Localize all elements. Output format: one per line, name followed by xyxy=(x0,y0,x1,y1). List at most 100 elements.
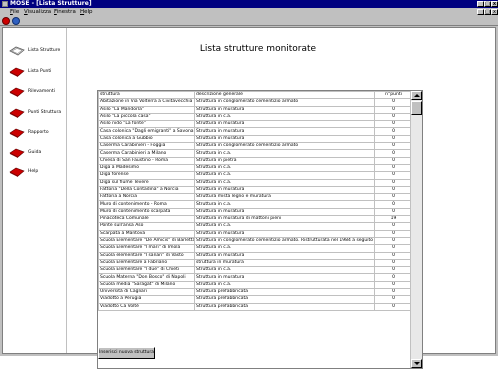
table-row[interactable]: Viadotto Ca Volté Struttura prefabbricata… xyxy=(98,302,413,311)
help-icon[interactable] xyxy=(12,17,20,25)
cell-struttura: Caserma Carabinieri a Milano xyxy=(98,149,195,158)
column-header-npunti[interactable]: n°punti xyxy=(374,91,413,100)
table-row[interactable]: Diga forense Struttura in c.a. 0 xyxy=(98,171,413,180)
table-row[interactable]: Asilo "La piccola casa" Struttura in c.a.… xyxy=(98,112,413,122)
cell-struttura: Università di Cagliari xyxy=(98,287,195,297)
table-row[interactable]: Muro di contenimento - Roma Struttura in … xyxy=(98,200,413,209)
cell-struttura: Scuola elementare "I sanari" di Vasto xyxy=(98,251,195,260)
close-icon[interactable] xyxy=(2,17,10,25)
cell-descrizione: Struttura in conglomerato cementizio arm… xyxy=(194,236,375,246)
menu-help[interactable]: Help xyxy=(80,8,93,16)
app-icon[interactable] xyxy=(2,1,8,7)
cell-npunti: 0 xyxy=(374,105,413,114)
sidebar-item-label: Rilevamenti xyxy=(28,89,55,94)
cell-descrizione: Struttura prefabbricata xyxy=(194,287,375,297)
cell-npunti: 0 xyxy=(374,171,413,180)
cell-descrizione: Struttura in c.a. xyxy=(194,149,375,158)
close-window-button[interactable]: x xyxy=(491,1,498,7)
table-row[interactable]: Casa colonica "Dagli emigranti" a Savona… xyxy=(98,127,413,136)
minimize-button[interactable]: _ xyxy=(477,1,484,7)
table-row[interactable]: Università di Cagliari Struttura prefabbr… xyxy=(98,287,413,297)
cell-npunti: 0 xyxy=(374,266,413,275)
cell-descrizione: Struttura in pietra xyxy=(194,156,375,165)
cell-descrizione: Struttura in muratura xyxy=(194,127,375,136)
sidebar-item-lista-punti[interactable]: Lista Punti xyxy=(7,65,63,79)
structure-list-icon xyxy=(9,46,25,56)
table-row[interactable]: Scuola Elementare "De Amicis" di Barlett… xyxy=(98,236,413,246)
column-header-struttura[interactable]: struttura xyxy=(98,91,195,100)
cell-struttura: Casa colonica "Dagli emigranti" a Savona xyxy=(98,127,195,136)
sidebar-item-help[interactable]: Help xyxy=(7,165,63,179)
child-maximize-button[interactable]: □ xyxy=(484,9,491,15)
table-row[interactable]: Scuola Materna "Don Bosco" di Napoli Stru… xyxy=(98,273,413,282)
insert-structure-button[interactable]: Inserisci nuova struttura xyxy=(98,347,155,359)
table-row[interactable]: Chiesa di San Faustino - Roma Struttura i… xyxy=(98,156,413,165)
table-row[interactable]: Fattoria a Norcia Struttura mista legno e… xyxy=(98,193,413,202)
table-row[interactable]: Casa colonica a Gubbio Struttura in murat… xyxy=(98,134,413,144)
scroll-thumb[interactable] xyxy=(411,101,422,115)
child-minimize-button[interactable]: _ xyxy=(477,9,484,15)
cell-descrizione: struttura in muratura xyxy=(194,258,375,268)
table-row[interactable]: Scuola Elementare a Fabriano struttura in… xyxy=(98,258,413,268)
cell-npunti: 0 xyxy=(374,193,413,202)
table-row[interactable]: Diga sul fiume Tevere Struttura in c.a. 0 xyxy=(98,178,413,187)
sidebar-item-label: Help xyxy=(28,169,39,174)
point-list-icon xyxy=(9,67,25,77)
cell-struttura: Fattoria "Della Contadina" a Norcia xyxy=(98,185,195,195)
cell-descrizione: Struttura in muratura xyxy=(194,229,375,238)
cell-descrizione: Struttura in c.a. xyxy=(194,112,375,122)
structures-table: struttura descrizione generale n°punti A… xyxy=(97,90,423,369)
measurements-icon xyxy=(9,87,25,97)
table-row[interactable]: Viadotto a Perugia Struttura prefabbricat… xyxy=(98,295,413,304)
cell-struttura: Asilo "La Mandorla" xyxy=(98,105,195,114)
maximize-button[interactable]: □ xyxy=(484,1,491,7)
table-row[interactable]: Caserma Carabinieri - Foggia Struttura in… xyxy=(98,142,413,151)
sidebar-item-rapporto[interactable]: Rapporto xyxy=(7,126,63,140)
child-close-button[interactable]: x xyxy=(491,9,498,15)
table-row[interactable]: Muro di contenimento scarpata Struttura i… xyxy=(98,207,413,217)
menu-file[interactable]: File xyxy=(10,8,19,16)
table-scrollbar[interactable] xyxy=(410,91,422,368)
cell-descrizione: Struttura in muratura xyxy=(194,207,375,217)
cell-descrizione: Struttura in c.a. xyxy=(194,178,375,187)
cell-npunti: 0 xyxy=(374,236,413,246)
structure-points-icon xyxy=(9,108,25,118)
table-row[interactable]: Scuola media "Saragat" di Milano Struttur… xyxy=(98,280,413,290)
main-client-area: Lista Strutture Lista Punti Rilevamenti xyxy=(2,27,496,369)
menu-finestra[interactable]: Finestra xyxy=(54,8,76,16)
toolbar xyxy=(0,16,498,26)
sidebar-item-guida[interactable]: Guida xyxy=(7,146,63,160)
table-row[interactable]: Scuola Elementare "I due" di Chieti Strut… xyxy=(98,266,413,275)
table-row[interactable]: Fattoria "Della Contadina" a Norcia Strut… xyxy=(98,185,413,195)
help-icon xyxy=(9,167,25,177)
sidebar-item-rilevamenti[interactable]: Rilevamenti xyxy=(7,85,63,99)
cell-struttura: Asilo nido "La fonte" xyxy=(98,120,195,129)
menu-visualizza[interactable]: Visualizza xyxy=(24,8,51,16)
cell-descrizione: Struttura in c.a. xyxy=(194,171,375,180)
cell-struttura: Scuola Elementare a Fabriano xyxy=(98,258,195,268)
table-row[interactable]: Caserma Carabinieri a Milano Struttura in… xyxy=(98,149,413,158)
table-row[interactable]: Abitazione in Via Volterra a Civitavecch… xyxy=(98,98,413,107)
table-row[interactable]: Pinacoteca Comunale Struttura in muratura… xyxy=(98,215,413,224)
table-row[interactable]: Diga a Madesimo Struttura in c.a. 0 xyxy=(98,163,413,173)
column-header-descrizione[interactable]: descrizione generale xyxy=(194,91,375,100)
scroll-down-button[interactable] xyxy=(411,359,422,368)
cell-struttura: Scuola Elementare "I due" di Chieti xyxy=(98,266,195,275)
cell-struttura: Muro di contenimento - Roma xyxy=(98,200,195,209)
cell-descrizione: Struttura in c.a. xyxy=(194,266,375,275)
cell-descrizione: Struttura in c.a. xyxy=(194,280,375,290)
sidebar-item-lista-strutture[interactable]: Lista Strutture xyxy=(7,44,63,58)
cell-npunti: 0 xyxy=(374,251,413,260)
table-row[interactable]: Asilo "La Mandorla" Struttura in muratura… xyxy=(98,105,413,114)
cell-struttura: Viadotto a Perugia xyxy=(98,295,195,304)
table-row[interactable]: Scuola Elementare "I mari" di Imola Strut… xyxy=(98,244,413,253)
table-row[interactable]: Ponte sull'ansa Aso Struttura in c.a. 0 xyxy=(98,222,413,231)
cell-descrizione: Struttura in muratura xyxy=(194,134,375,144)
table-row[interactable]: Scuola elementare "I sanari" di Vasto Str… xyxy=(98,251,413,260)
table-row[interactable]: Asilo nido "La fonte" Struttura in muratu… xyxy=(98,120,413,129)
scroll-up-button[interactable] xyxy=(411,91,422,100)
cell-struttura: Fattoria a Norcia xyxy=(98,193,195,202)
sidebar-item-punti-struttura[interactable]: Punti Struttura xyxy=(7,106,63,120)
table-row[interactable]: Scarpata a Mantova Struttura in muratura 0 xyxy=(98,229,413,238)
cell-struttura: Pinacoteca Comunale xyxy=(98,215,195,224)
